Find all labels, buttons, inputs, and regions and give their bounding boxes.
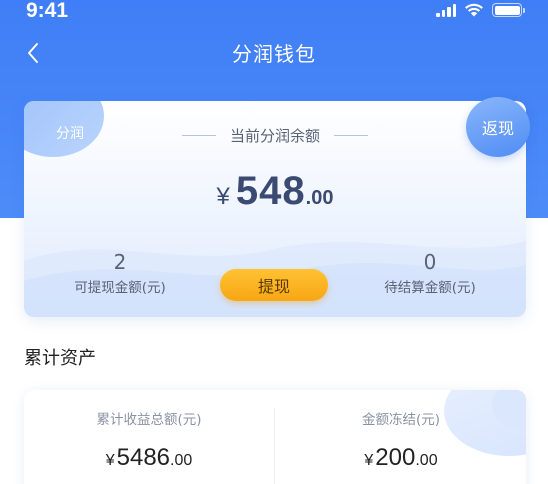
total-income-decimal: .00	[170, 452, 193, 469]
total-income-integer: 5486	[116, 444, 171, 471]
page-title: 分润钱包	[232, 42, 316, 66]
currency-symbol: ¥	[216, 183, 230, 210]
withdrawable-value: 2	[113, 250, 127, 274]
pending-stat: 0 待结算金额(元)	[340, 250, 520, 296]
status-icons	[436, 3, 525, 17]
cashback-button[interactable]: 返现	[466, 97, 530, 157]
divider-line	[334, 135, 368, 136]
battery-icon	[492, 3, 525, 17]
balance-amount: ¥548.00	[24, 169, 526, 214]
currency-symbol: ¥	[105, 452, 115, 469]
balance-card: 分润 当前分润余额 ¥548.00 2 可提现金额(元) 提现 0 待结算金额(…	[24, 101, 526, 317]
status-bar: 9:41	[0, 0, 548, 24]
total-income-value: ¥5486.00	[24, 444, 274, 472]
wifi-icon	[465, 3, 483, 17]
frozen-stat: 金额冻结(元) ¥200.00	[276, 408, 526, 472]
frozen-label: 金额冻结(元)	[361, 412, 441, 428]
balance-amount-decimal: .00	[305, 187, 334, 209]
asset-card: 累计收益总额(元) ¥5486.00 金额冻结(元) ¥200.00	[24, 390, 526, 484]
currency-symbol: ¥	[364, 452, 374, 469]
pending-value: 0	[423, 250, 437, 274]
withdraw-button[interactable]: 提现	[220, 269, 328, 301]
balance-amount-integer: 548	[235, 169, 306, 213]
total-income-stat: 累计收益总额(元) ¥5486.00	[24, 408, 274, 472]
column-divider	[274, 408, 275, 484]
cellular-signal-icon	[436, 3, 456, 17]
divider-line	[181, 135, 216, 136]
total-income-label: 累计收益总额(元)	[96, 412, 202, 428]
pending-label: 待结算金额(元)	[384, 280, 476, 296]
balance-label-row: 当前分润余额	[24, 125, 526, 146]
withdrawable-stat: 2 可提现金额(元)	[30, 250, 210, 296]
withdrawable-label: 可提现金额(元)	[74, 280, 166, 296]
status-time: 9:41	[26, 0, 69, 22]
frozen-decimal: .00	[415, 452, 438, 469]
balance-label: 当前分润余额	[229, 127, 320, 145]
frozen-value: ¥200.00	[276, 444, 526, 472]
section-title: 累计资产	[24, 348, 96, 369]
frozen-integer: 200	[375, 444, 416, 471]
